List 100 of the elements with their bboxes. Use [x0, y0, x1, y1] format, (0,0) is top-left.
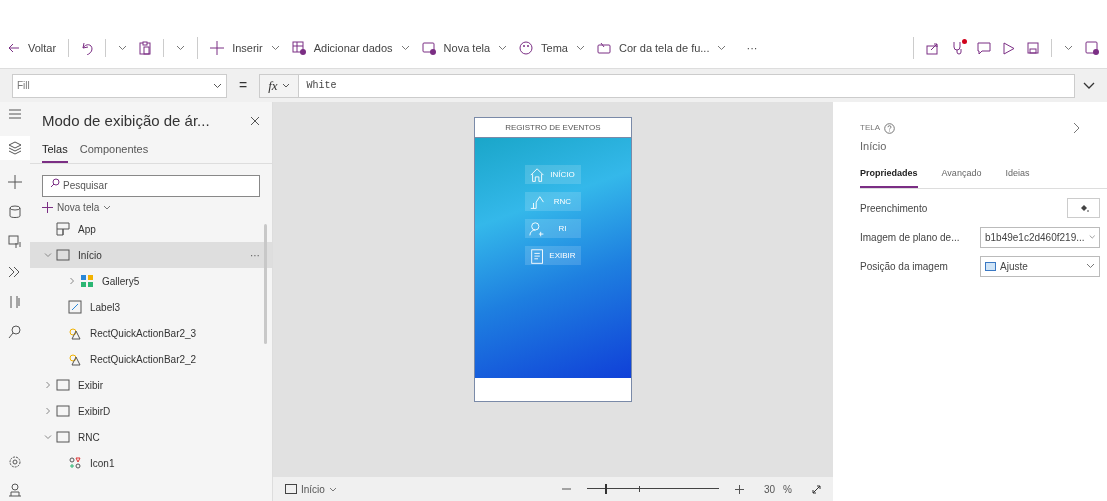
add-person-icon [528, 220, 545, 237]
zoom-value: 30 [763, 482, 776, 497]
chevron-icon[interactable] [176, 45, 186, 51]
shape-icon [68, 326, 82, 340]
toolbar-menu[interactable]: Inserir [210, 39, 280, 57]
chevron-icon [498, 45, 508, 51]
property-dropdown[interactable]: Ajuste [980, 255, 1100, 277]
screen-color-icon [597, 41, 611, 55]
properties-tab[interactable]: Propriedades [860, 166, 918, 188]
tree-item[interactable]: Icon1 [30, 450, 272, 476]
toolbar-menu[interactable]: Tema [519, 39, 585, 57]
more-button[interactable]: ··· [249, 247, 260, 263]
agent-icon[interactable] [8, 483, 22, 497]
publish-icon[interactable] [1085, 41, 1099, 55]
tree-item[interactable]: Início ··· [30, 242, 272, 268]
search-field[interactable]: Pesquisar [42, 174, 260, 197]
screen-icon [284, 484, 297, 494]
screen-name: Início [860, 139, 888, 154]
document-icon [528, 247, 545, 264]
image-icon [985, 261, 996, 271]
media-icon[interactable] [7, 234, 23, 250]
chevron-icon[interactable] [118, 45, 128, 51]
tree-item[interactable]: RectQuickActionBar2_2 [30, 346, 272, 372]
screen-icon [56, 248, 70, 262]
save-icon[interactable] [1027, 42, 1039, 54]
plus-icon [210, 41, 225, 55]
chevron-icon [400, 45, 410, 51]
new-screen-icon [421, 41, 436, 55]
label-icon [68, 300, 82, 314]
chevron-icon [1088, 234, 1095, 240]
tree-item[interactable]: Gallery5 [30, 268, 272, 294]
tree-item[interactable]: Label3 [30, 294, 272, 320]
zoom-slider[interactable] [586, 484, 719, 494]
chevron-icon [103, 204, 112, 210]
screen-icon [56, 430, 70, 444]
search-icon [50, 178, 60, 188]
equals-sign: = [238, 76, 249, 95]
zoom-in-icon[interactable] [734, 484, 744, 494]
icons-icon [68, 456, 82, 470]
comment-icon[interactable] [977, 41, 991, 55]
function-label: fx [268, 76, 278, 95]
percent-sign: % [783, 482, 792, 497]
toolbar-menu[interactable]: Adicionar dados [291, 39, 410, 57]
properties-tab[interactable]: Avançado [941, 166, 982, 188]
help-icon[interactable] [884, 122, 895, 134]
screen-icon [56, 404, 70, 418]
panel-title: Modo de exibição de ár... [42, 111, 210, 131]
paste-icon[interactable] [139, 41, 152, 55]
screen-icon [56, 378, 70, 392]
chevron-icon [1086, 263, 1095, 269]
panel-tab[interactable]: Componentes [79, 140, 149, 163]
chevron-icon [270, 45, 280, 51]
toolbar-menu[interactable]: Nova tela [421, 39, 508, 57]
panel-tab[interactable]: Telas [42, 140, 68, 163]
slider-thumb[interactable] [605, 484, 608, 494]
property-name: Fill [17, 79, 30, 93]
chevron-right-icon[interactable] [1073, 122, 1080, 134]
search-icon[interactable] [7, 324, 23, 340]
chevron-icon [281, 83, 290, 88]
property-label: Posição da imagem [860, 259, 949, 274]
fit-icon[interactable] [812, 484, 821, 494]
back-button[interactable]: Voltar [8, 39, 57, 57]
scrollbar[interactable] [263, 224, 267, 344]
app-icon [56, 222, 70, 236]
toolbar-menu[interactable]: Cor da tela de fu... [597, 39, 727, 57]
more-button[interactable]: ··· [738, 39, 766, 57]
properties-tab[interactable]: Ideias [1005, 166, 1030, 188]
fill-color-button[interactable] [1067, 198, 1100, 218]
layers-icon[interactable] [7, 140, 23, 156]
gallery-icon [80, 274, 94, 288]
table-icon [291, 41, 306, 55]
shape-icon [68, 352, 82, 366]
section-label: TELA [860, 122, 880, 134]
close-icon[interactable] [249, 116, 260, 127]
tree-item[interactable]: ExibirD [30, 398, 272, 424]
screen-selector[interactable]: Início [300, 481, 325, 497]
back-arrow-icon [8, 43, 20, 53]
tree-item[interactable]: RNC [30, 424, 272, 450]
chevron-icon [213, 82, 222, 89]
database-icon[interactable] [7, 204, 23, 220]
expand-icon[interactable] [1083, 81, 1095, 90]
undo-icon[interactable] [81, 41, 94, 55]
new-screen-button[interactable]: Nova tela [30, 198, 272, 216]
chevron-icon[interactable] [1064, 45, 1073, 51]
tree-item[interactable]: App [30, 216, 272, 242]
property-dropdown[interactable]: b1b49e1c2d460f219... [980, 226, 1100, 248]
settings-icon[interactable] [8, 455, 22, 469]
formula-field[interactable]: fx White [259, 73, 1075, 98]
home-icon [528, 166, 545, 183]
chevron-icon [576, 45, 585, 51]
stethoscope-icon[interactable] [951, 41, 965, 55]
tree-item[interactable]: RectQuickActionBar2_3 [30, 320, 272, 346]
property-label: Imagem de plano de... [860, 230, 961, 245]
chevron-icon [328, 486, 337, 492]
property-dropdown[interactable]: Fill [12, 73, 227, 98]
tree-item[interactable]: Exibir [30, 372, 272, 398]
share-icon[interactable] [926, 41, 939, 55]
property-label: Preenchimento [860, 201, 929, 216]
formula-text: White [305, 79, 338, 93]
play-icon[interactable] [1003, 41, 1015, 55]
